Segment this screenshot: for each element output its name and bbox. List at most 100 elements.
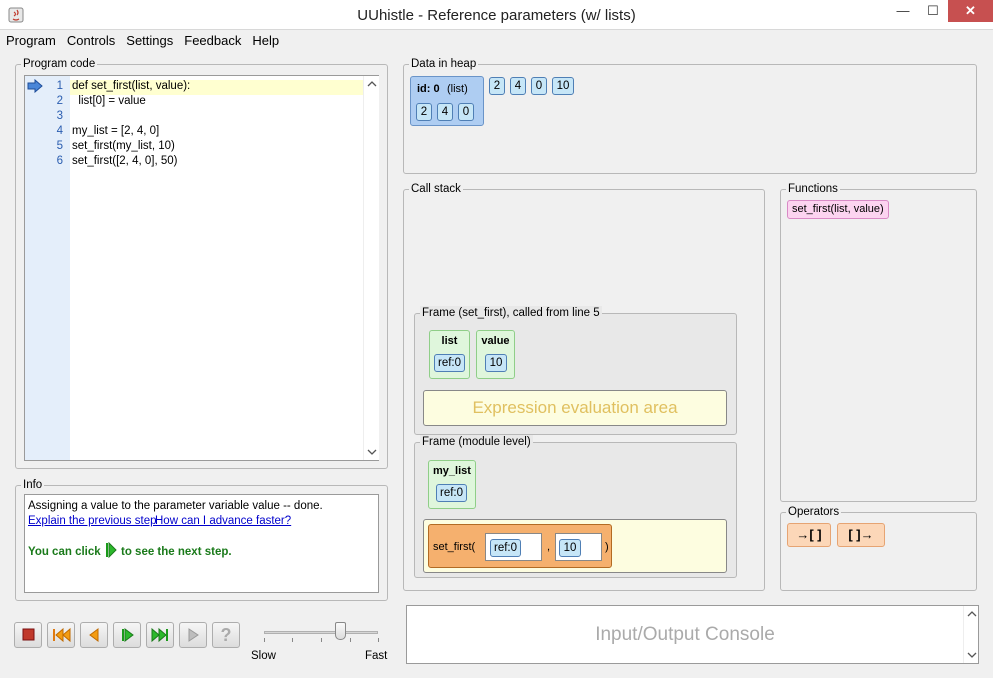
slider-track <box>264 631 378 634</box>
heap-value[interactable]: 0 <box>531 77 547 95</box>
argument-slot-1[interactable]: ref:0 <box>485 533 542 561</box>
restart-button[interactable] <box>47 622 75 648</box>
frame-module-label: Frame (module level) <box>420 435 533 449</box>
minimize-button[interactable]: — <box>888 0 918 22</box>
menu-controls[interactable]: Controls <box>61 30 120 48</box>
step-forward-button[interactable] <box>113 622 141 648</box>
maximize-button[interactable]: ☐ <box>918 0 948 22</box>
code-line: my_list = [2, 4, 0] <box>72 125 160 137</box>
variable-value: ref:0 <box>436 484 467 502</box>
info-box: Assigning a value to the parameter varia… <box>24 494 379 593</box>
menu-settings[interactable]: Settings <box>120 30 178 48</box>
title-bar: UUhistle - Reference parameters (w/ list… <box>0 0 993 30</box>
step-back-icon <box>89 628 99 642</box>
list-id: id: 0 <box>417 83 440 95</box>
call-separator: , <box>547 541 551 553</box>
step-forward-icon <box>122 628 134 642</box>
variable-value: 10 <box>485 354 507 372</box>
functions-panel: Functions set_first(list, value) <box>780 182 977 502</box>
help-button[interactable]: ? <box>212 622 240 648</box>
argument-slot-2[interactable]: 10 <box>555 533 602 561</box>
line-number: 4 <box>56 125 63 137</box>
console-scrollbar[interactable] <box>963 606 978 663</box>
line-number: 3 <box>56 110 63 122</box>
explain-previous-link[interactable]: Explain the previous step <box>28 515 157 527</box>
next-step-icon <box>106 542 117 558</box>
fast-forward-button[interactable] <box>146 622 174 648</box>
expression-evaluation-area[interactable]: Expression evaluation area <box>423 390 727 426</box>
operators-label: Operators <box>786 505 842 519</box>
info-message: Assigning a value to the parameter varia… <box>28 500 323 512</box>
heap-list-object[interactable]: id: 0 (list) 2 4 0 <box>410 76 484 126</box>
variable-name: list <box>441 335 458 347</box>
stop-icon <box>22 628 35 641</box>
menu-help[interactable]: Help <box>246 30 284 48</box>
slider-ticks <box>262 638 380 642</box>
hint-suffix: to see the next step. <box>121 546 232 558</box>
program-code-label: Program code <box>21 57 98 71</box>
list-element: 4 <box>437 103 453 121</box>
variable-list[interactable]: list ref:0 <box>429 330 470 379</box>
window-title: UUhistle - Reference parameters (w/ list… <box>357 7 636 24</box>
heap-value[interactable]: 2 <box>489 77 505 95</box>
play-icon <box>188 628 199 642</box>
module-evaluation-area[interactable]: set_first( ref:0 , 10 ) <box>423 519 727 573</box>
fast-forward-icon <box>151 627 168 643</box>
scroll-down-icon[interactable] <box>367 448 377 456</box>
scroll-up-icon[interactable] <box>967 610 977 618</box>
operators-panel: Operators →[ ] [ ]→ <box>780 505 977 591</box>
variable-name: my_list <box>433 465 471 477</box>
line-number: 2 <box>56 95 63 107</box>
operator-list-index[interactable]: [ ]→ <box>837 523 885 547</box>
speed-fast-label: Fast <box>365 650 388 662</box>
list-type: (list) <box>447 83 468 95</box>
console-label: Input/Output Console <box>595 624 775 645</box>
speed-slow-label: Slow <box>251 650 276 662</box>
argument-value: 10 <box>559 539 581 557</box>
functions-label: Functions <box>786 182 840 196</box>
frame-module-level: Frame (module level) my_list ref:0 set_f… <box>414 435 737 578</box>
code-line: list[0] = value <box>72 95 146 107</box>
function-set-first[interactable]: set_first(list, value) <box>787 200 889 219</box>
info-label: Info <box>21 478 45 492</box>
menu-bar: Program Controls Settings Feedback Help <box>0 30 993 51</box>
call-prefix: set_first( <box>433 541 476 553</box>
speed-slider[interactable] <box>262 620 380 650</box>
close-button[interactable]: ✕ <box>948 0 993 22</box>
stop-button[interactable] <box>14 622 42 648</box>
operator-list-create[interactable]: →[ ] <box>787 523 831 547</box>
call-suffix: ) <box>605 541 609 553</box>
argument-value: ref:0 <box>490 539 521 557</box>
list-element: 2 <box>416 103 432 121</box>
function-call-expression[interactable]: set_first( ref:0 , 10 ) <box>428 524 612 568</box>
slider-thumb[interactable] <box>335 622 346 640</box>
frame-set-first-label: Frame (set_first), called from line 5 <box>420 306 602 320</box>
menu-program[interactable]: Program <box>0 30 61 48</box>
code-line: set_first([2, 4, 0], 50) <box>72 155 178 167</box>
scroll-down-icon[interactable] <box>967 651 977 659</box>
code-text-area[interactable]: def set_first(list, value): list[0] = va… <box>70 76 363 460</box>
code-scrollbar[interactable] <box>363 76 379 460</box>
variable-my-list[interactable]: my_list ref:0 <box>428 460 476 509</box>
heap-value[interactable]: 10 <box>552 77 574 95</box>
frame-set-first: Frame (set_first), called from line 5 li… <box>414 306 737 435</box>
heap-panel: Data in heap id: 0 (list) 2 4 0 2 4 0 10 <box>403 57 977 174</box>
step-back-button[interactable] <box>80 622 108 648</box>
hint-prefix: You can click <box>28 546 101 558</box>
heap-value[interactable]: 4 <box>510 77 526 95</box>
variable-value-box[interactable]: value 10 <box>476 330 515 379</box>
variable-name: value <box>481 335 510 347</box>
menu-feedback[interactable]: Feedback <box>178 30 246 48</box>
code-line: set_first(my_list, 10) <box>72 140 175 152</box>
code-editor[interactable]: 1 2 3 4 5 6 def set_first(list, value): … <box>24 75 379 461</box>
line-number-gutter: 1 2 3 4 5 6 <box>25 76 70 460</box>
heap-label: Data in heap <box>409 57 479 71</box>
line-number: 5 <box>56 140 63 152</box>
scroll-up-icon[interactable] <box>367 80 377 88</box>
io-console[interactable]: Input/Output Console <box>406 605 979 664</box>
call-stack-label: Call stack <box>409 182 463 196</box>
list-element: 0 <box>458 103 474 121</box>
play-button[interactable] <box>179 622 207 648</box>
rewind-icon <box>53 627 71 643</box>
advance-faster-link[interactable]: How can I advance faster? <box>155 515 291 527</box>
